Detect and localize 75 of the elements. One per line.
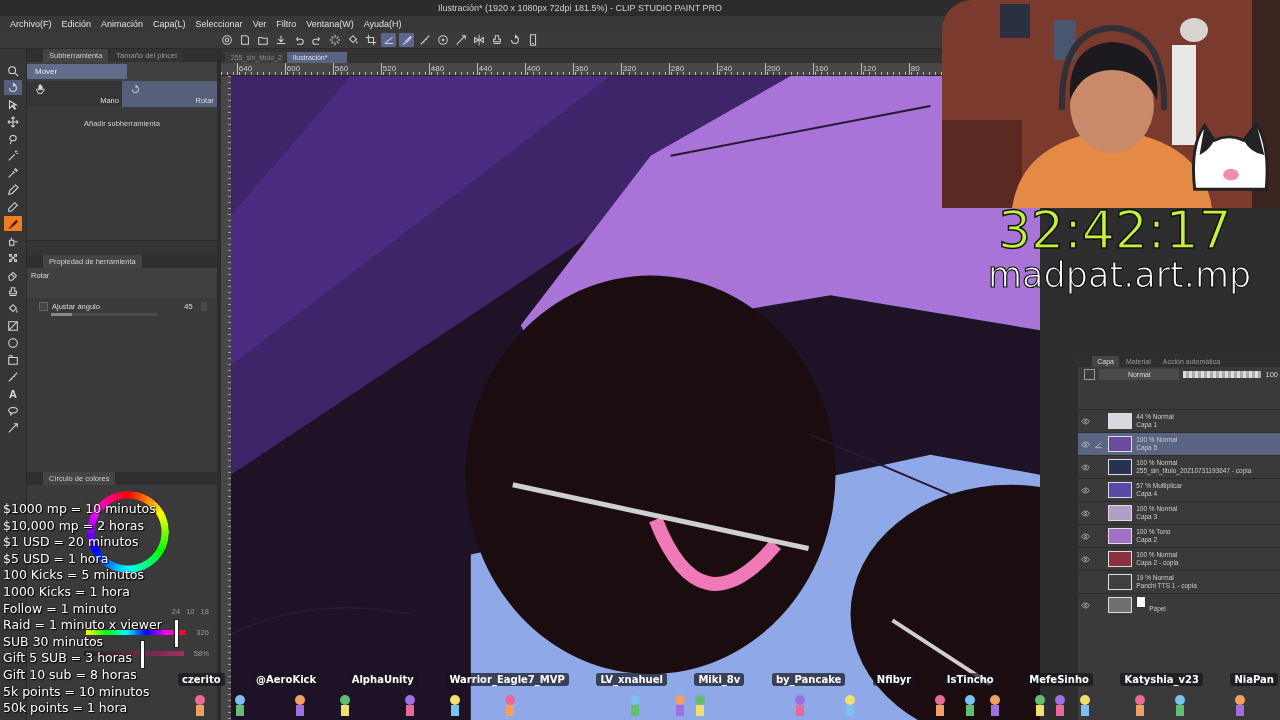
snap-icon[interactable] (381, 33, 396, 47)
reward-line: $10,000 mp = 2 horas (3, 517, 144, 535)
flip-icon[interactable] (471, 33, 486, 47)
ruler-label: 600 (284, 63, 333, 75)
move-tool-icon[interactable] (4, 114, 22, 129)
angle-slider-fill[interactable] (51, 313, 73, 316)
viewer-name: LV_xnahuel (596, 673, 667, 686)
eye-icon[interactable] (1080, 600, 1090, 610)
reward-line: 5k points = 10 minutos (3, 683, 150, 701)
menu-item[interactable]: Ventana(W) (302, 17, 360, 31)
ruler-label: 360 (572, 63, 621, 75)
hand-icon (35, 84, 46, 95)
eye-icon[interactable] (1080, 416, 1090, 426)
crop-icon[interactable] (363, 33, 378, 47)
reward-line: SUB 30 minutos (3, 633, 104, 651)
ruler-label: 280 (668, 63, 717, 75)
viewer-name: by_Pancake (771, 673, 846, 686)
saturation-slider-thumb[interactable] (139, 640, 145, 669)
opacity-slider-fill[interactable] (1183, 370, 1262, 378)
reward-line: Gift 10 sub = 8 horas (3, 666, 137, 684)
ruler-label: 520 (380, 63, 429, 75)
ruler-label: 160 (812, 63, 861, 75)
rotate-icon (129, 84, 141, 95)
ruler-label: 320 (620, 63, 669, 75)
viewer-name: NiaPan (1230, 673, 1278, 686)
eye-icon[interactable] (1080, 508, 1090, 518)
brush-icon[interactable] (399, 33, 414, 47)
ruler-label: 240 (716, 63, 765, 75)
viewer-name: Warrior_Eagle7_MVP (445, 673, 569, 686)
reward-line: 1000 Kicks = 1 hora (3, 583, 130, 601)
deselect-icon[interactable] (327, 33, 342, 47)
eye-icon[interactable] (1080, 462, 1090, 472)
eye-icon[interactable] (1080, 485, 1090, 495)
hue-slider-thumb[interactable] (174, 619, 180, 648)
reward-line: Raid = 1 minuto x viewer (3, 617, 162, 634)
rotate-tool-icon[interactable] (4, 80, 22, 95)
viewer-name: czerito (178, 673, 225, 686)
angle-value[interactable]: 45 (181, 302, 207, 311)
brush-tool-icon[interactable] (4, 216, 22, 231)
ruler-label: 120 (860, 63, 909, 75)
reward-line: Follow = 1 minuto (3, 600, 117, 618)
ruler-label: 480 (428, 63, 477, 75)
viewer-name: Miki_8v (694, 673, 745, 686)
viewer-name: AlphaUnity (347, 673, 418, 686)
viewer-name: MefeSinho (1025, 673, 1093, 686)
ruler-label: 200 (764, 63, 813, 75)
reward-line: 50k points = 1 hora (3, 700, 128, 717)
menu-item[interactable]: Ver (248, 17, 273, 31)
viewer-name: @AeroKick (252, 673, 321, 686)
color-swatch[interactable] (1084, 368, 1096, 380)
ruler-label: 640 (236, 63, 285, 75)
menu-item[interactable]: Animación (97, 17, 150, 31)
eye-icon[interactable] (1080, 531, 1090, 541)
pen-icon (1093, 439, 1103, 449)
ruler-label: 560 (332, 63, 381, 75)
menu-item[interactable]: Seleccionar (191, 17, 249, 31)
navigator-icon[interactable] (219, 33, 234, 47)
viewer-name: Katyshia_v23 (1120, 673, 1203, 686)
menu-item[interactable]: Capa(L) (149, 17, 192, 31)
menu-item[interactable]: Edición (57, 17, 98, 31)
viewer-name: Nfibyr (872, 673, 916, 686)
help-icon[interactable] (435, 33, 450, 47)
paper-icon (1136, 596, 1147, 608)
reward-line: 100 Kicks = 5 minutos (3, 567, 145, 584)
viewer-name: IsTincho (942, 673, 998, 686)
menu-item[interactable]: Ayuda(H) (359, 17, 408, 31)
ruler-label: 400 (524, 63, 573, 75)
window-title: Ilustración* (1920 x 1080px 72dpi 181.5%) - CLIP STUDIO PAINT PRO (437, 3, 723, 13)
ruler-label: 440 (476, 63, 525, 75)
eye-icon[interactable] (1080, 554, 1090, 564)
menu-item[interactable]: Archivo(F) (6, 17, 58, 31)
checkbox[interactable] (39, 302, 48, 311)
tool-group-item[interactable]: Mover (27, 64, 127, 79)
menu-item[interactable]: Filtro (272, 17, 303, 31)
reward-line: Gift 5 SUB = 3 horas (3, 650, 133, 667)
